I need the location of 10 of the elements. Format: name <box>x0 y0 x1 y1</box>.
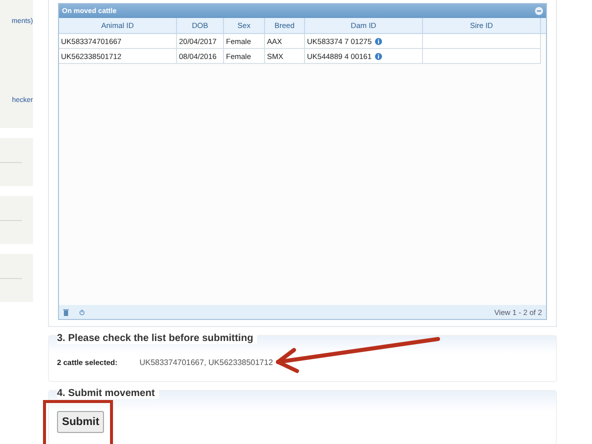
trash-icon[interactable] <box>63 308 69 316</box>
section-title: 3. Please check the list before submitting <box>57 333 258 344</box>
refresh-icon[interactable] <box>79 308 85 316</box>
info-icon[interactable] <box>374 38 382 44</box>
collapse-icon[interactable] <box>535 7 543 15</box>
highlight-frame <box>43 400 113 444</box>
info-icon[interactable] <box>374 52 382 60</box>
selected-value: UK583374701667, UK562338501712 <box>139 358 273 367</box>
submit-button[interactable]: Submit <box>57 411 104 433</box>
section-title: 4. Submit movement <box>57 388 159 399</box>
